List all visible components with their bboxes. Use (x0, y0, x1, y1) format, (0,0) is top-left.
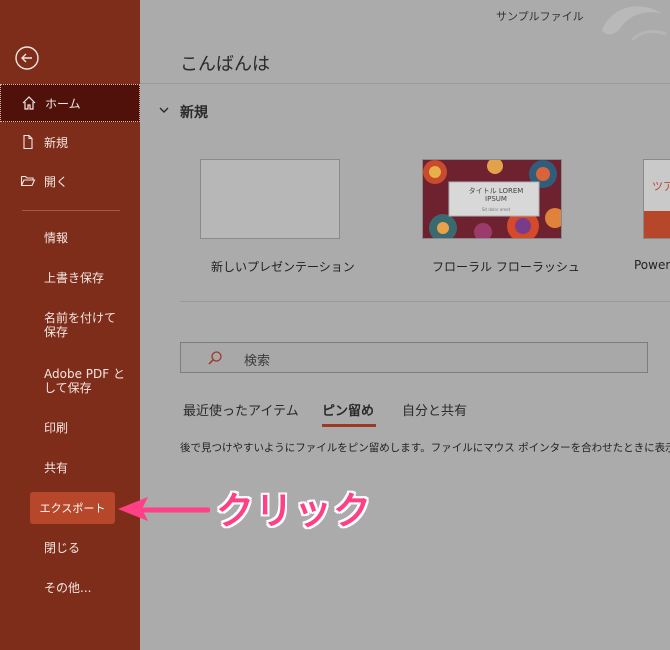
annotation-click-label: クリック (216, 489, 373, 533)
sidebar-item-share[interactable]: 共有 (44, 461, 134, 475)
nav-home-label: ホーム (45, 96, 81, 111)
chevron-down-icon[interactable] (158, 104, 170, 116)
nav-new[interactable]: 新規 (0, 124, 140, 160)
sidebar-item-close[interactable]: 閉じる (44, 541, 134, 555)
window-file-title: サンプルファイル (496, 10, 584, 23)
floral-thumb-subtitle: Sit dolor amet (481, 207, 511, 212)
back-arrow-icon[interactable] (14, 45, 40, 71)
sidebar-item-print[interactable]: 印刷 (44, 421, 134, 435)
template-floral-thumbnail[interactable]: タイトル LOREM IPSUM Sit dolor amet (422, 159, 562, 239)
template-third-thumbnail[interactable]: ツア (643, 159, 670, 239)
new-file-icon (20, 134, 36, 150)
nav-open[interactable]: 開く (0, 163, 140, 199)
template-blank-label[interactable]: 新しいプレゼンテーション (211, 258, 355, 275)
sidebar-item-save-as[interactable]: 名前を付けて保存 (44, 311, 124, 339)
folder-open-icon (20, 173, 36, 189)
tab-pinned[interactable]: ピン留め (322, 400, 374, 419)
template-floral-label[interactable]: フローラル フローラッシュ (432, 258, 580, 275)
home-icon (21, 95, 37, 111)
sidebar-item-save[interactable]: 上書き保存 (44, 271, 134, 285)
sidebar-item-info[interactable]: 情報 (44, 231, 134, 245)
backstage-main: サンプルファイル こんばんは 新規 新しいプレゼンテーション タイトル LORE… (140, 0, 670, 650)
nav-open-label: 開く (44, 174, 69, 189)
decorative-swirl-icon (602, 6, 667, 42)
annotation-arrow-icon (118, 497, 210, 521)
third-thumb-title: ツア (652, 180, 670, 193)
sidebar-item-more[interactable]: その他... (44, 581, 134, 595)
third-thumb-band (644, 211, 670, 238)
header-divider (140, 83, 670, 84)
pinned-description: 後で見つけやすいようにファイルをピン留めします。ファイルにマウス ポインターを合… (180, 442, 670, 454)
template-blank-thumbnail[interactable] (200, 159, 340, 239)
template-third-label[interactable]: Power (634, 258, 670, 272)
sidebar-item-save-as-pdf[interactable]: Adobe PDF として保存 (44, 367, 132, 395)
nav-new-label: 新規 (44, 135, 69, 150)
templates-divider (180, 301, 670, 302)
active-tab-indicator (322, 424, 376, 427)
backstage-sidebar: ホーム 新規 開く 情報 上書き保存 名前を付けて保存 Adobe PDF とし… (0, 0, 140, 650)
greeting-heading: こんばんは (180, 54, 270, 75)
new-section-title: 新規 (180, 105, 208, 121)
tab-shared-with-me[interactable]: 自分と共有 (402, 400, 467, 419)
sidebar-item-export[interactable]: エクスポート (30, 492, 115, 524)
search-placeholder: 検索 (244, 354, 271, 369)
floral-thumb-title: タイトル LOREM IPSUM (468, 187, 524, 203)
nav-home[interactable]: ホーム (0, 84, 140, 122)
search-icon (208, 351, 222, 365)
search-input[interactable]: 検索 (180, 342, 648, 373)
sidebar-divider (22, 210, 120, 211)
tab-recent[interactable]: 最近使ったアイテム (183, 400, 299, 419)
